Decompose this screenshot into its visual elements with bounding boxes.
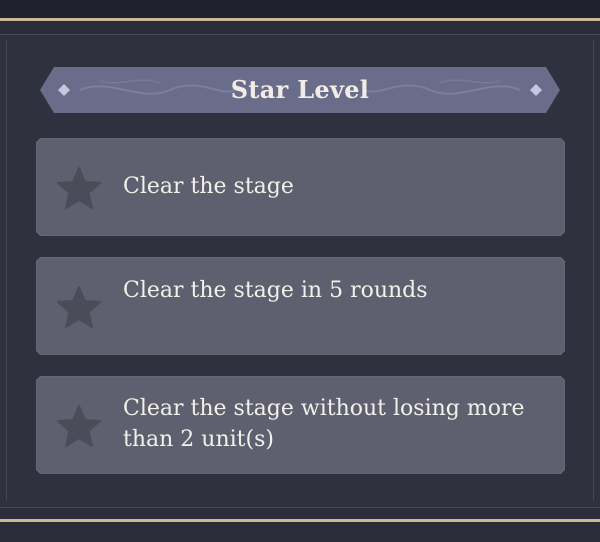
objective-text: Clear the stage in 5 rounds xyxy=(123,278,428,303)
panel-title: Star Level xyxy=(230,75,370,104)
top-frame-border xyxy=(0,0,600,21)
title-banner: Star Level xyxy=(40,67,560,113)
star-icon xyxy=(57,286,101,328)
objective-text: Clear the stage xyxy=(123,174,294,199)
objective-card-2: Clear the stage in 5 rounds xyxy=(36,257,565,355)
objective-card-1: Clear the stage xyxy=(36,138,565,236)
star-icon xyxy=(57,405,101,447)
star-icon xyxy=(57,167,101,209)
objective-card-3: Clear the stage without losing more than… xyxy=(36,376,565,474)
objective-text: Clear the stage without losing more than… xyxy=(123,396,525,452)
panel-edge-left xyxy=(6,40,7,500)
panel-edge-right xyxy=(593,40,594,500)
